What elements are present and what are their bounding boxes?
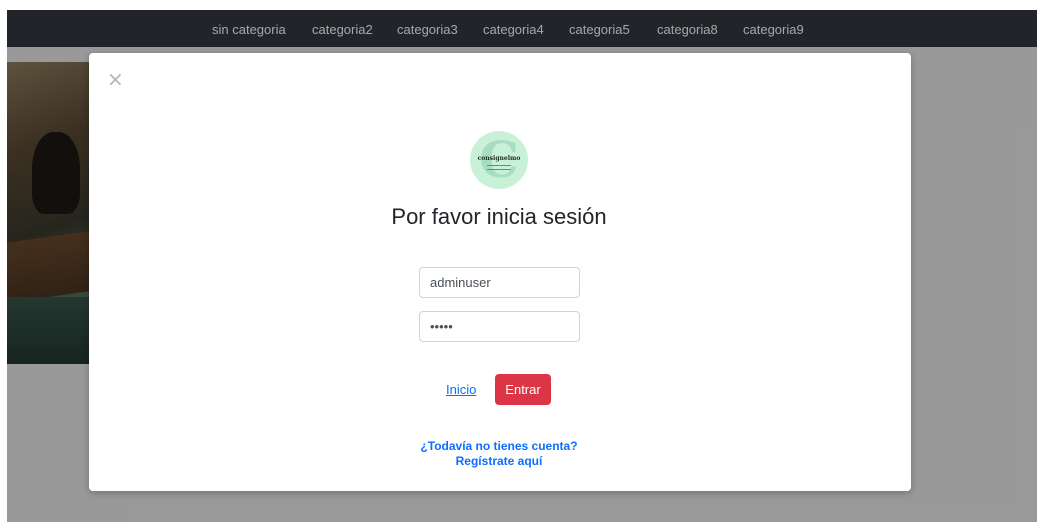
register-line-1[interactable]: ¿Todavía no tienes cuenta? — [389, 439, 609, 454]
register-line-2[interactable]: Regístrate aquí — [389, 454, 609, 469]
login-modal: × C consignelmo Por favor inicia sesión … — [89, 53, 911, 491]
brand-logo: C consignelmo — [470, 131, 528, 189]
page: sin categoria categoria2 categoria3 cate… — [7, 10, 1037, 522]
password-input[interactable] — [419, 311, 580, 342]
logo-text: consignelmo — [477, 155, 521, 162]
logo-rule — [487, 169, 511, 170]
username-input[interactable] — [419, 267, 580, 298]
entrar-button[interactable]: Entrar — [495, 374, 551, 405]
close-icon[interactable]: × — [107, 69, 124, 89]
logo-rule — [487, 165, 511, 166]
inicio-link[interactable]: Inicio — [446, 382, 476, 397]
register-link[interactable]: ¿Todavía no tienes cuenta? Regístrate aq… — [389, 439, 609, 469]
login-title: Por favor inicia sesión — [391, 204, 607, 229]
